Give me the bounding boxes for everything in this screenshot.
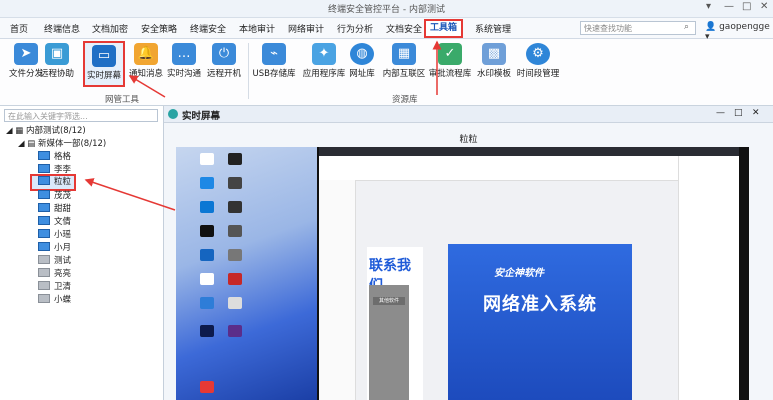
annotation-arrows	[84, 40, 442, 211]
